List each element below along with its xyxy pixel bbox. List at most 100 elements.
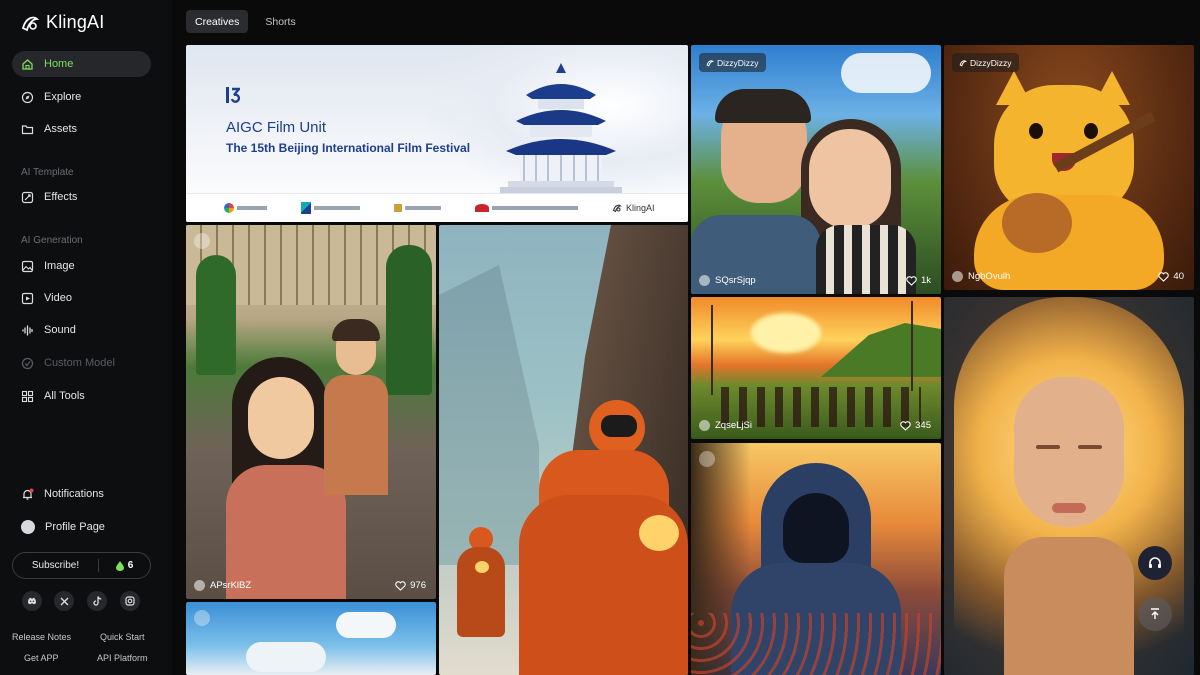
card-cat-guitar[interactable]: DizzyDizzy NgbOvulh 40 [944,45,1194,290]
back-to-top-button[interactable] [1138,597,1172,631]
tiktok-link[interactable] [87,591,107,611]
card-footer: ZqseLjSi 345 [699,420,931,431]
sidebar-item-assets[interactable]: Assets [12,116,151,142]
flower-field [691,613,941,675]
sidebar-item-label: All Tools [44,390,85,402]
sidebar-item-video[interactable]: Video [12,285,151,311]
headset-icon [1149,557,1161,568]
boy-hair [332,319,380,341]
shoulders [1004,537,1134,675]
card-motorcycle[interactable] [439,225,688,675]
closed-eye [1036,445,1060,449]
card-partial-sky[interactable] [186,602,436,675]
badge-text: DizzyDizzy [970,57,1012,68]
klingai-logo[interactable]: KlingAI [20,12,104,33]
temple-of-heaven-image [500,63,622,193]
sidebar-item-effects[interactable]: Effects [12,184,151,210]
bell-icon [23,488,34,500]
discord-link[interactable] [22,591,42,611]
like-button[interactable]: 976 [395,580,426,591]
card-user[interactable]: SQsrSjqp [699,275,756,286]
release-notes-link[interactable]: Release Notes [12,632,71,642]
section-ai-template: AI Template [21,167,74,178]
like-button[interactable]: 345 [900,420,931,431]
heart-icon [1158,271,1170,282]
kling-logo-icon [706,59,714,66]
credits-badge: 6 [99,560,150,571]
sponsor-logo [475,204,578,212]
compass-icon [21,91,34,103]
power-pole [911,301,913,391]
film-festival-banner[interactable]: AIGC Film Unit The 15th Beijing Internat… [186,45,688,222]
avatar [194,580,205,591]
badge-text: DizzyDizzy [717,57,759,68]
tree [386,245,432,395]
tree [196,255,236,375]
sun-glow [751,313,821,353]
helmet-visor [601,415,637,437]
instagram-link[interactable] [120,591,140,611]
sidebar-item-explore[interactable]: Explore [12,84,151,110]
heart-icon [900,420,911,431]
subscribe-button[interactable]: Subscribe! 6 [12,552,151,579]
kling-logo-icon [959,59,967,66]
card-couple-portrait[interactable]: DizzyDizzy SQsrSjqp 1k [691,45,941,294]
like-button[interactable]: 1k [906,275,931,286]
tab-shorts[interactable]: Shorts [256,10,304,33]
card-user[interactable]: ZqseLjSi [699,420,752,431]
like-button[interactable]: 40 [1158,271,1184,282]
card-sunset-riders[interactable]: ZqseLjSi 345 [691,297,941,439]
x-icon [60,597,68,605]
sidebar-item-notifications[interactable]: Notifications [12,481,151,507]
avatar [21,520,35,534]
card-user[interactable]: NgbOvulh [952,271,1010,282]
drop-icon [115,560,124,571]
cloud-shape [336,612,396,638]
banner-title: AIGC Film Unit [226,119,327,136]
guitar-body [1002,193,1072,253]
sidebar-item-label: Sound [44,324,76,336]
sidebar-item-all-tools[interactable]: All Tools [12,383,151,409]
sidebar-item-label: Effects [44,191,78,203]
card-anime-selfie[interactable]: APsrKlBZ 976 [186,225,436,599]
cloud-shape [841,53,931,93]
closed-eye [1078,445,1102,449]
sponsor-logo [301,202,360,214]
x-link[interactable] [54,591,74,611]
card-user[interactable]: APsrKlBZ [194,580,251,591]
tab-creatives[interactable]: Creatives [186,10,249,33]
sidebar-item-image[interactable]: Image [12,253,151,279]
woman-face-front [809,129,891,229]
play-indicator-icon [194,610,210,626]
play-indicator-icon [699,451,715,467]
cat-eye-right [1084,123,1098,139]
kling-logo-icon [612,204,622,213]
quick-start-link[interactable]: Quick Start [100,632,145,642]
boy-shirt [324,375,388,495]
avatar [699,275,710,286]
sidebar-item-label: Image [44,260,75,272]
support-button[interactable] [1138,546,1172,580]
sponsor-logos: KlingAI [186,193,688,222]
api-platform-link[interactable]: API Platform [97,653,148,663]
folder-icon [21,124,34,134]
sidebar-item-custom-model[interactable]: Custom Model [12,350,151,376]
effects-icon [21,191,34,203]
username: ZqseLjSi [715,420,752,431]
sidebar-item-label: Custom Model [44,357,115,369]
sidebar-item-profile[interactable]: Profile Page [12,514,151,540]
sidebar-item-label: Profile Page [45,521,105,533]
heart-icon [906,275,917,286]
sidebar-item-label: Notifications [44,488,104,500]
get-app-link[interactable]: Get APP [24,653,59,663]
banner-logo-text: KlingAI [626,203,655,213]
sidebar-item-label: Explore [44,91,82,103]
instagram-icon [125,596,135,606]
heart-icon [395,580,406,591]
card-hooded-knight[interactable] [691,443,941,675]
sidebar-item-sound[interactable]: Sound [12,317,151,343]
sidebar-item-home[interactable]: Home [12,51,151,77]
mountain [439,265,539,565]
sidebar-item-label: Assets [44,123,78,135]
headlight [639,515,679,551]
